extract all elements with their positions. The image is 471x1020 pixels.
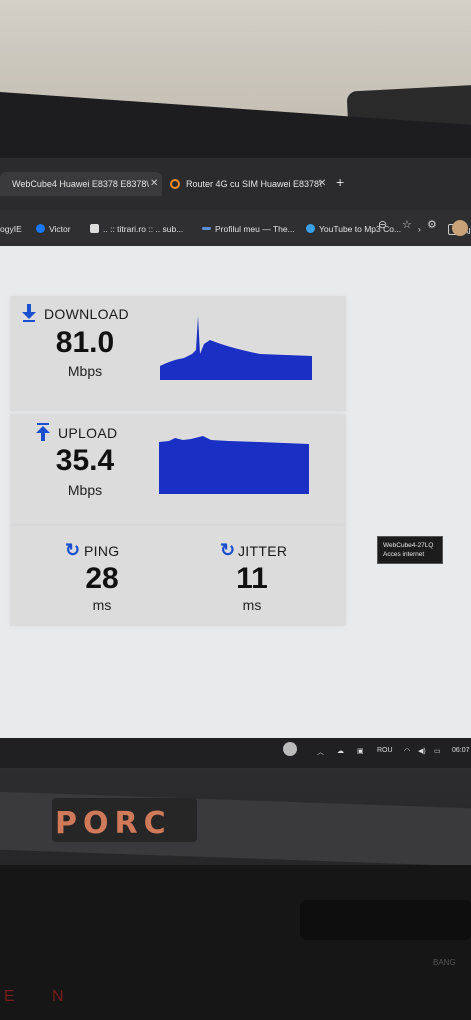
bookmark-item[interactable]: .. :: titrari.ro :: .. sub... bbox=[90, 224, 183, 234]
bottom-letter: E bbox=[4, 988, 15, 1005]
keyboard-area bbox=[0, 865, 471, 1020]
dash-icon bbox=[202, 227, 211, 230]
taskbar: ︿ ☁ ▣ ROU ◠ ◀) ▭ 06:07 bbox=[0, 738, 471, 768]
clock[interactable]: 06:07 bbox=[452, 747, 470, 754]
download-unit: Mbps bbox=[67, 363, 103, 379]
upload-graph bbox=[159, 436, 309, 494]
cloud-icon[interactable]: ☁ bbox=[337, 747, 344, 755]
upload-unit: Mbps bbox=[67, 482, 103, 498]
ping-label: PING bbox=[84, 543, 120, 559]
page-icon bbox=[90, 224, 99, 233]
download-arrow-icon bbox=[22, 304, 36, 322]
tab-label: Router 4G cu SIM Huawei E8378\ bbox=[186, 179, 322, 189]
chevron-right-icon[interactable]: › bbox=[418, 224, 421, 234]
tab-router[interactable]: Router 4G cu SIM Huawei E8378\ bbox=[166, 172, 341, 196]
settings-icon[interactable]: ⚙ bbox=[427, 218, 437, 231]
bookmarks-bar: ogyIE Victor .. :: titrari.ro :: .. sub.… bbox=[0, 210, 471, 246]
ping-value: 28 bbox=[85, 562, 119, 595]
more-icon[interactable]: ⊖ bbox=[378, 218, 387, 231]
upload-label: UPLOAD bbox=[58, 425, 118, 441]
refresh-icon: ↻ bbox=[220, 540, 236, 560]
speedtest-page: DOWNLOAD 81.0 Mbps UPLOAD 35.4 Mbps ↻ PI… bbox=[0, 246, 471, 743]
ping-unit: ms bbox=[92, 597, 112, 613]
download-label: DOWNLOAD bbox=[44, 306, 129, 322]
keyboard-keys bbox=[300, 900, 471, 940]
app-tray-icon[interactable]: ▣ bbox=[357, 747, 364, 755]
bookmark-item[interactable]: Victor bbox=[36, 224, 71, 234]
bookmark-item[interactable]: ogyIE bbox=[0, 224, 22, 234]
volume-icon[interactable]: ◀) bbox=[418, 747, 426, 755]
chevron-up-icon[interactable]: ︿ bbox=[317, 747, 324, 757]
tab-webcube[interactable]: WebCube4 Huawei E8378 E8378\ bbox=[0, 172, 162, 196]
jitter-unit: ms bbox=[242, 597, 262, 613]
language-indicator[interactable]: ROU bbox=[377, 747, 393, 754]
close-icon[interactable]: ✕ bbox=[318, 178, 326, 189]
bottom-letter: N bbox=[52, 988, 64, 1005]
laptop-logo: PORC bbox=[55, 806, 172, 841]
favorites-icon[interactable]: ☆ bbox=[402, 218, 412, 231]
facebook-icon bbox=[36, 224, 45, 233]
jitter-label: JITTER bbox=[238, 543, 288, 559]
download-graph bbox=[160, 316, 312, 380]
weather-icon[interactable] bbox=[283, 742, 297, 756]
avatar[interactable] bbox=[452, 220, 468, 236]
tab-label: WebCube4 Huawei E8378 E8378\ bbox=[12, 179, 149, 189]
refresh-icon: ↻ bbox=[65, 540, 81, 560]
globe-icon bbox=[306, 224, 315, 233]
browser-tab-bar: WebCube4 Huawei E8378 E8378\ ✕ Router 4G… bbox=[0, 158, 471, 210]
latency-panel: ↻ PING 28 ms ↻ JITTER 11 ms bbox=[10, 526, 346, 626]
battery-icon[interactable]: ▭ bbox=[434, 747, 441, 755]
laptop-screen: WebCube4 Huawei E8378 E8378\ ✕ Router 4G… bbox=[0, 158, 471, 743]
brand-text: BANG bbox=[433, 958, 456, 967]
bookmark-item[interactable]: Profilul meu — The... bbox=[202, 224, 295, 234]
new-tab-button[interactable]: + bbox=[336, 174, 344, 190]
network-tooltip: WebCube4-27LQ Acces internet bbox=[377, 536, 443, 564]
download-value: 81.0 bbox=[55, 326, 115, 359]
upload-arrow-icon bbox=[36, 423, 50, 441]
upload-value: 35.4 bbox=[55, 444, 115, 477]
jitter-value: 11 bbox=[236, 562, 268, 595]
upload-panel: UPLOAD 35.4 Mbps bbox=[10, 414, 346, 527]
close-icon[interactable]: ✕ bbox=[150, 178, 158, 189]
wifi-icon[interactable]: ◠ bbox=[404, 747, 410, 755]
download-panel: DOWNLOAD 81.0 Mbps bbox=[10, 296, 346, 411]
